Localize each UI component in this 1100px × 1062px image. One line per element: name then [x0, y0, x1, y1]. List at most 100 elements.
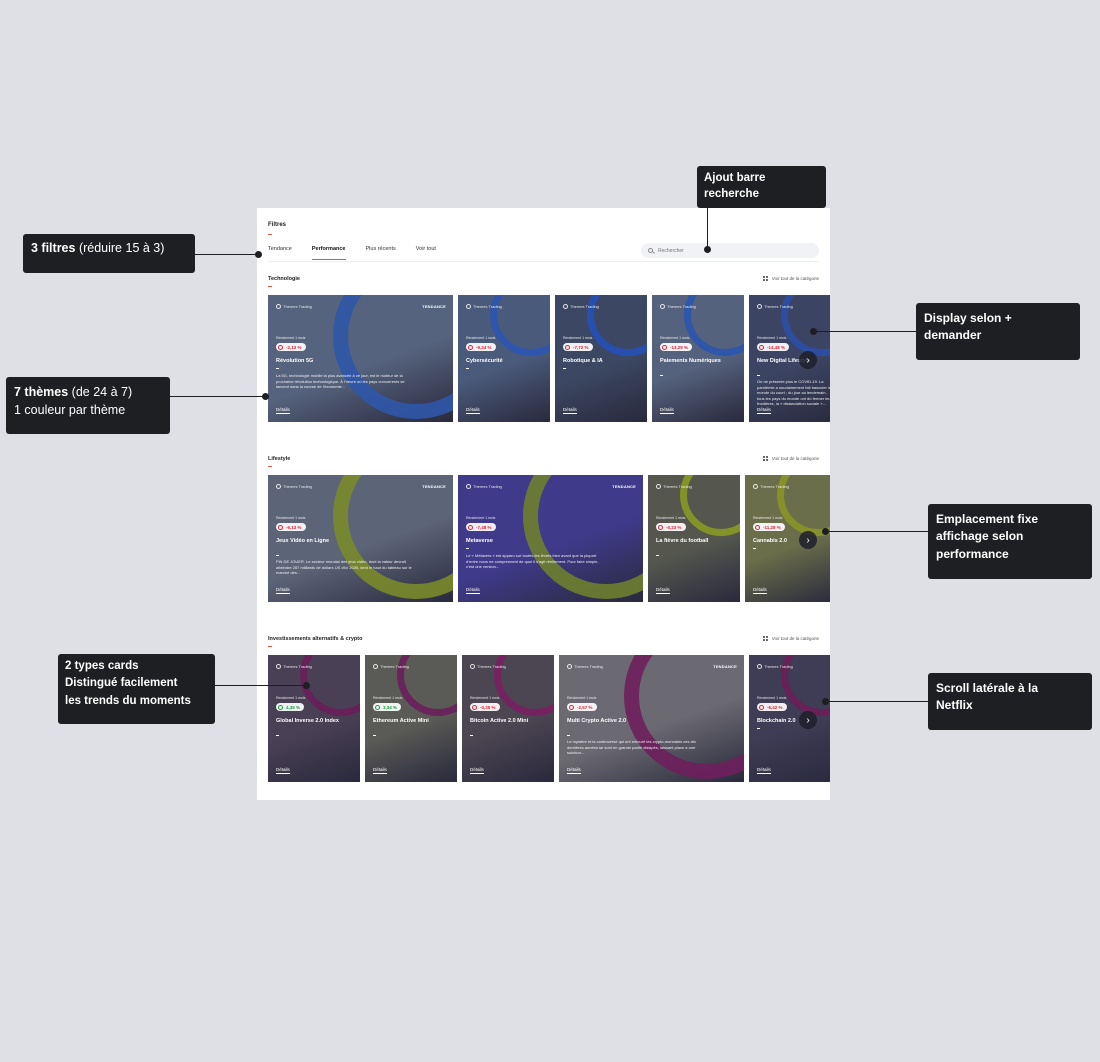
annotation-text: 1 couleur par thème: [14, 402, 126, 417]
perf-badge: -11,28 %: [753, 523, 785, 531]
perf-label: Rendement 1 mois: [567, 696, 597, 700]
perf-badge: -13,29 %: [660, 343, 693, 351]
details-link[interactable]: Détails: [470, 767, 484, 774]
annotation-text: Distingué facilement: [65, 677, 178, 690]
trend-circle-icon: [278, 344, 283, 350]
theme-card[interactable]: Themes Trading Rendement 1 mois -11,28 %…: [745, 475, 830, 602]
perf-value: -9,34 %: [476, 344, 492, 350]
perf-value: -2,13 %: [286, 344, 302, 350]
details-link[interactable]: Détails: [757, 767, 771, 774]
details-link[interactable]: Détails: [660, 407, 674, 414]
theme-card[interactable]: Themes Trading Rendement 1 mois 3,34 % E…: [365, 655, 457, 782]
perf-label: Rendement 1 mois: [276, 516, 306, 520]
details-link[interactable]: Détails: [563, 407, 577, 414]
trend-badge: TENDANCE: [612, 484, 636, 489]
theme-description: FIN DE JOUER. Le secteur mondial des jeu…: [276, 559, 412, 576]
name-dash: [757, 728, 760, 729]
connector-line: [215, 685, 307, 686]
perf-label: Rendement 1 mois: [373, 696, 403, 700]
name-dash: [567, 735, 570, 736]
search-bar[interactable]: [641, 243, 819, 258]
annotation-scroll: Scroll latérale à la Netflix: [928, 673, 1092, 730]
tab-tendance[interactable]: Tendance: [268, 246, 292, 260]
name-dash: [753, 548, 756, 549]
perf-value: -0,23 %: [666, 524, 682, 530]
tab-voir-tout[interactable]: Voir tout: [416, 246, 436, 260]
perf-badge: -6,42 %: [757, 703, 787, 711]
theme-card-large[interactable]: Themes Trading TENDANCE Rendement 1 mois…: [458, 475, 643, 602]
trend-circle-icon: [565, 344, 570, 350]
name-dash: [563, 368, 566, 369]
perf-badge: -6,13 %: [276, 523, 306, 531]
theme-card[interactable]: Themes Trading Rendement 1 mois -7,72 % …: [555, 295, 647, 422]
theme-card[interactable]: Themes Trading Rendement 1 mois -6,42 % …: [749, 655, 830, 782]
filters-accent: [268, 234, 272, 235]
section-title: Investissements alternatifs & crypto: [268, 636, 363, 642]
details-link[interactable]: Détails: [276, 407, 290, 414]
see-all-link[interactable]: Voir tout de la catégorie: [762, 276, 819, 281]
tab-plus-recents[interactable]: Plus récents: [366, 246, 396, 260]
theme-description: La 5G, technologie mobile la plus avancé…: [276, 373, 405, 390]
section-accent: [268, 646, 272, 647]
perf-badge: -2,13 %: [276, 343, 306, 351]
name-dash: [373, 735, 376, 736]
card-carousel[interactable]: Themes Trading Rendement 1 mois 4,35 % G…: [268, 655, 830, 782]
theme-card[interactable]: Themes Trading Rendement 1 mois -14,48 %…: [749, 295, 830, 422]
annotation-filters: 3 filtres (réduire 15 à 3): [23, 234, 195, 273]
perf-value: -13,29 %: [670, 344, 689, 350]
perf-badge: -0,23 %: [656, 523, 686, 531]
annotation-text: 3 filtres: [31, 241, 76, 255]
see-all-link[interactable]: Voir tout de la catégorie: [762, 456, 819, 461]
theme-card[interactable]: Themes Trading Rendement 1 mois -9,34 % …: [458, 295, 550, 422]
theme-card[interactable]: Themes Trading Rendement 1 mois -0,35 % …: [462, 655, 554, 782]
details-link[interactable]: Détails: [757, 407, 771, 414]
details-link[interactable]: Détails: [373, 767, 387, 774]
perf-value: -14,48 %: [767, 344, 786, 350]
annotation-text: Netflix: [936, 697, 973, 712]
annotation-text: demander: [924, 327, 982, 342]
chevron-right-icon[interactable]: ›: [799, 351, 817, 369]
details-link[interactable]: Détails: [656, 587, 670, 594]
details-link[interactable]: Détails: [276, 767, 290, 774]
perf-badge: -7,48 %: [466, 523, 496, 531]
theme-name: Révolution 5G: [276, 358, 314, 364]
name-dash: [757, 375, 760, 376]
theme-card[interactable]: Themes Trading Rendement 1 mois 4,35 % G…: [268, 655, 360, 782]
name-dash: [466, 368, 469, 369]
card-carousel[interactable]: Themes Trading TENDANCE Rendement 1 mois…: [268, 295, 830, 422]
trend-badge: TENDANCE: [713, 664, 737, 669]
brand-label: Themes Trading: [373, 664, 409, 669]
annotation-display: Display selon + demander: [916, 303, 1080, 360]
search-input[interactable]: [658, 247, 808, 254]
brand-label: Themes Trading: [466, 304, 502, 309]
perf-label: Rendement 1 mois: [757, 336, 787, 340]
tab-performance[interactable]: Performance: [311, 246, 346, 260]
theme-card-large[interactable]: Themes Trading TENDANCE Rendement 1 mois…: [268, 475, 453, 602]
theme-card-large[interactable]: Themes Trading TENDANCE Rendement 1 mois…: [559, 655, 744, 782]
theme-shape: [523, 475, 643, 599]
name-dash: [656, 555, 659, 556]
perf-value: -0,35 %: [480, 704, 496, 710]
chevron-right-icon[interactable]: ›: [799, 711, 817, 729]
theme-shape: [333, 475, 453, 599]
theme-card-large[interactable]: Themes Trading TENDANCE Rendement 1 mois…: [268, 295, 453, 422]
theme-card[interactable]: Themes Trading Rendement 1 mois -13,29 %…: [652, 295, 744, 422]
details-link[interactable]: Détails: [753, 587, 767, 594]
theme-name: Paiements Numériques: [660, 358, 721, 364]
section-accent: [268, 466, 272, 467]
details-link[interactable]: Détails: [466, 407, 480, 414]
see-all-label: Voir tout de la catégorie: [771, 636, 819, 641]
chevron-right-icon[interactable]: ›: [799, 531, 817, 549]
perf-label: Rendement 1 mois: [276, 696, 306, 700]
theme-name: Global Inverse 2.0 Index: [276, 718, 339, 724]
see-all-link[interactable]: Voir tout de la catégorie: [762, 636, 819, 641]
card-carousel[interactable]: Themes Trading TENDANCE Rendement 1 mois…: [268, 475, 830, 602]
name-dash: [660, 375, 663, 376]
theme-card[interactable]: Themes Trading Rendement 1 mois -0,23 % …: [648, 475, 740, 602]
details-link[interactable]: Détails: [276, 587, 290, 594]
connector-line: [826, 531, 928, 532]
details-link[interactable]: Détails: [567, 767, 581, 774]
theme-description: Le « Métavers » est apparu sur toutes le…: [466, 553, 599, 570]
theme-description: On ne présente plus le COVID-19. La pand…: [757, 379, 830, 407]
details-link[interactable]: Détails: [466, 587, 480, 594]
